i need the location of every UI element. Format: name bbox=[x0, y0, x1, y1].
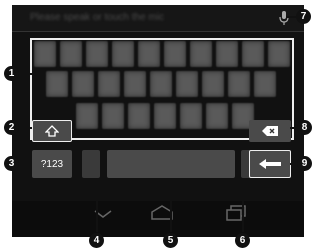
callout-leader bbox=[242, 178, 244, 232]
symbols-key-label: ?123 bbox=[40, 158, 64, 170]
letter-key[interactable] bbox=[154, 103, 176, 129]
letter-key[interactable] bbox=[98, 71, 120, 97]
callout-leader bbox=[286, 16, 296, 18]
letter-key[interactable] bbox=[216, 41, 238, 67]
symbols-key[interactable]: ?123 bbox=[32, 150, 72, 178]
letter-key[interactable] bbox=[202, 71, 224, 97]
callout-badge-7: 7 bbox=[296, 9, 311, 24]
letter-key[interactable] bbox=[180, 103, 202, 129]
letter-key[interactable] bbox=[138, 41, 160, 67]
callout-badge-8: 8 bbox=[297, 120, 312, 135]
callout-badge-3: 3 bbox=[4, 156, 19, 171]
keyboard-panel: Please speak or touch the mic ?123 bbox=[12, 5, 304, 237]
callout-leader bbox=[170, 178, 172, 232]
letter-key[interactable] bbox=[268, 41, 290, 67]
letter-key[interactable] bbox=[164, 41, 186, 67]
letter-key[interactable] bbox=[242, 41, 264, 67]
letter-key[interactable] bbox=[102, 103, 124, 129]
letter-key[interactable] bbox=[112, 41, 134, 67]
letter-key[interactable] bbox=[128, 103, 150, 129]
callout-badge-4: 4 bbox=[89, 233, 104, 248]
callout-badge-9: 9 bbox=[297, 156, 312, 171]
letter-key[interactable] bbox=[254, 71, 276, 97]
enter-arrow-icon bbox=[259, 159, 281, 169]
backspace-icon bbox=[262, 126, 278, 136]
letter-key[interactable] bbox=[72, 71, 94, 97]
delete-key[interactable] bbox=[249, 120, 291, 142]
navigation-bar bbox=[12, 201, 304, 237]
callout-badge-6: 6 bbox=[235, 233, 250, 248]
shift-arrow-icon bbox=[45, 125, 59, 137]
letter-key[interactable] bbox=[60, 41, 82, 67]
letter-key[interactable] bbox=[46, 71, 68, 97]
callout-leader bbox=[22, 127, 32, 129]
input-hint-text: Please speak or touch the mic bbox=[30, 12, 164, 23]
letter-key[interactable] bbox=[76, 103, 98, 129]
letter-key[interactable] bbox=[150, 71, 172, 97]
letter-key[interactable] bbox=[34, 41, 56, 67]
comma-key[interactable] bbox=[82, 150, 100, 178]
letter-key[interactable] bbox=[206, 103, 228, 129]
callout-badge-2: 2 bbox=[4, 120, 19, 135]
letter-key[interactable] bbox=[176, 71, 198, 97]
enter-key[interactable] bbox=[249, 150, 291, 178]
microphone-icon[interactable] bbox=[279, 11, 289, 25]
callout-leader bbox=[22, 163, 32, 165]
letter-key[interactable] bbox=[190, 41, 212, 67]
callout-badge-5: 5 bbox=[163, 233, 178, 248]
letter-key[interactable] bbox=[228, 71, 250, 97]
callout-leader bbox=[22, 73, 32, 75]
shift-key[interactable] bbox=[32, 120, 72, 142]
callout-leader bbox=[96, 178, 98, 232]
letter-key[interactable] bbox=[86, 41, 108, 67]
letter-key[interactable] bbox=[124, 71, 146, 97]
suggestion-bar: Please speak or touch the mic bbox=[12, 5, 304, 32]
space-key[interactable] bbox=[107, 150, 235, 178]
callout-badge-1: 1 bbox=[4, 66, 19, 81]
